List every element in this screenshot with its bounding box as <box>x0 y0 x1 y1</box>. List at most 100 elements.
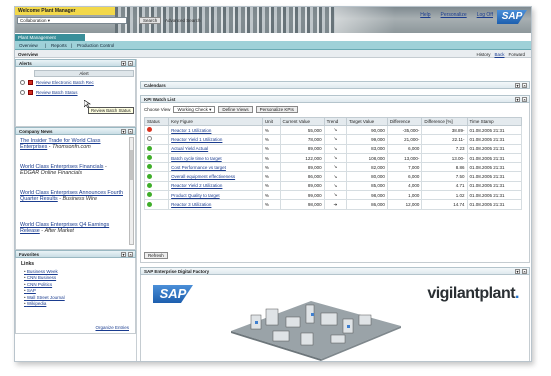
news-item[interactable]: World Class Enterprises Announces Fourth… <box>20 190 126 202</box>
difference-value: 13,000- <box>386 152 423 164</box>
company-news-panel: The Insider Trade for World Class Enterp… <box>15 135 136 250</box>
collaboration-select[interactable]: Collaboration ▾ <box>17 17 127 24</box>
nav-overview[interactable]: Overview <box>19 43 38 48</box>
close-icon[interactable]: × <box>522 97 527 102</box>
key-figure-link[interactable]: Reactor Yield 1 Utilization <box>168 134 263 145</box>
tab-plant-management[interactable]: Plant Management <box>15 34 85 41</box>
table-row[interactable]: Overall equipment effectiveness% 86,000 ↘ 8… <box>143 171 523 182</box>
current-value: 99,000 <box>279 190 325 201</box>
table-row[interactable]: Product Quality to target% 99,000 ↘ 98,000 1… <box>143 190 523 201</box>
nav-production-control[interactable]: Production Control <box>77 43 114 48</box>
current-value: 122,000 <box>279 152 325 164</box>
difference-value: 7,000 <box>386 162 423 173</box>
close-icon[interactable]: × <box>522 83 527 88</box>
green-status-icon <box>147 164 152 170</box>
define-views-button[interactable]: Define Views <box>218 106 253 113</box>
organize-entries-link[interactable]: Organize Entries <box>95 325 129 330</box>
alerts-panel: Alert Review Electronic Batch Rec Review… <box>15 67 136 127</box>
green-status-icon <box>147 182 152 188</box>
page-title: Overview <box>18 52 39 57</box>
difference-value: 4,000 <box>386 180 423 192</box>
key-figure-link[interactable]: Product Quality to target <box>168 190 263 201</box>
forward-link[interactable]: Forward <box>508 52 525 57</box>
back-link[interactable]: Back <box>494 52 504 57</box>
news-scrollbar[interactable] <box>129 137 134 245</box>
key-figure-link[interactable]: Reactor 3 Utilization <box>168 199 263 210</box>
column-header[interactable]: Target Value <box>346 117 388 126</box>
alert-row[interactable]: Review Batch Status <box>20 90 78 95</box>
alert-row[interactable]: Review Electronic Batch Rec <box>20 80 94 85</box>
column-header[interactable]: Unit <box>261 117 281 126</box>
nav-reports[interactable]: Reports <box>51 43 67 48</box>
trend-icon: ↘ <box>323 143 348 154</box>
table-row[interactable]: Reactor 3 Utilization% 98,000 ➜ 86,000 12,00… <box>143 199 523 210</box>
table-row[interactable]: Cost Performance vs target% 89,000 ↘ 82,000… <box>143 162 523 173</box>
close-icon[interactable]: × <box>128 129 133 134</box>
column-header[interactable]: Difference <box>386 117 423 126</box>
current-value: 78,000 <box>279 134 325 145</box>
refresh-button[interactable]: Refresh <box>144 252 168 259</box>
unit-cell: % <box>261 190 281 201</box>
column-header[interactable]: Key Figure <box>168 117 263 126</box>
column-header[interactable]: Trend <box>323 117 348 126</box>
time-stamp: 01.08.2005 21:31 <box>466 143 523 154</box>
collapse-icon[interactable]: ▾ <box>121 252 126 257</box>
red-status-icon <box>147 127 152 133</box>
log-off-link[interactable]: Log Off <box>477 12 493 18</box>
kpi-table: Status Key Figure Unit Current Value Trend Ta… <box>143 117 523 210</box>
search-button[interactable]: Search <box>139 17 162 24</box>
column-header[interactable]: Current Value <box>279 117 325 126</box>
current-value: 89,000 <box>279 162 325 173</box>
news-item[interactable]: The Insider Trade for World Class Enterp… <box>20 138 126 150</box>
time-stamp: 01.08.2005 21:31 <box>466 152 523 164</box>
history-link[interactable]: History <box>476 52 490 57</box>
news-item[interactable]: World Class Enterprises Q4 Earnings Rele… <box>20 222 126 234</box>
close-icon[interactable]: × <box>128 61 133 66</box>
view-select[interactable]: Working Check ▾ <box>173 106 216 113</box>
current-value: 98,000 <box>279 199 325 210</box>
key-figure-link[interactable]: Reactor Yield 2 Utilization <box>168 180 263 192</box>
target-value: 99,000 <box>346 134 388 145</box>
radio-icon[interactable] <box>20 90 25 95</box>
alerts-column-header: Alert <box>34 70 134 77</box>
trend-icon: ↘ <box>323 190 348 201</box>
close-icon[interactable]: × <box>522 269 527 274</box>
close-icon[interactable]: × <box>128 252 133 257</box>
key-figure-link[interactable]: Overall equipment effectiveness <box>168 171 263 182</box>
radio-icon[interactable] <box>20 80 25 85</box>
difference-percent: 7.23 <box>421 143 468 154</box>
column-header[interactable]: Time Stamp <box>466 117 523 126</box>
green-status-icon <box>147 201 152 207</box>
digital-factory-header: SAP Enterprise Digital Factory ▾ × <box>140 267 530 275</box>
table-row[interactable]: Reactor 1 Utilization% 55,000 ↘ 90,000 -35,0… <box>143 124 523 136</box>
table-row[interactable]: Reactor Yield 2 Utilization% 89,000 ↘ 85,00… <box>143 180 523 192</box>
welcome-text: Welcome Plant Manager <box>15 7 115 15</box>
table-row[interactable]: Batch cycle time to target% 122,000 ↘ 108,0… <box>143 152 523 164</box>
personalize-kpis-button[interactable]: Personalize KPIs <box>255 106 298 113</box>
collapse-icon[interactable]: ▾ <box>515 97 520 102</box>
personalize-link[interactable]: Personalize <box>441 12 467 18</box>
collapse-icon[interactable]: ▾ <box>515 83 520 88</box>
column-header[interactable]: Difference [%] <box>421 117 468 126</box>
column-header[interactable]: Status <box>143 117 170 126</box>
link-wikipedia[interactable]: Wikipedia <box>24 301 65 307</box>
favorites-panel: Links Business Week CNN Business CNN Pol… <box>15 258 136 334</box>
difference-value: 6,000 <box>386 171 423 182</box>
collapse-icon[interactable]: ▾ <box>121 129 126 134</box>
current-value: 55,000 <box>279 124 325 136</box>
unit-cell: % <box>261 199 281 210</box>
news-item[interactable]: World Class Enterprises Financials - EDG… <box>20 164 126 176</box>
tooltip: Review Batch Status <box>88 107 134 114</box>
table-row[interactable]: Actual Yield Actual% 89,000 ↘ 83,000 6,000 7.… <box>143 143 523 154</box>
key-figure-link[interactable]: Batch cycle time to target <box>168 152 263 164</box>
key-figure-link[interactable]: Cost Performance vs target <box>168 162 263 173</box>
help-link[interactable]: Help <box>420 12 430 18</box>
table-row[interactable]: Reactor Yield 1 Utilization% 78,000 ↘ 99,00… <box>143 134 523 145</box>
time-stamp: 01.08.2005 21:31 <box>466 134 523 145</box>
key-figure-link[interactable]: Actual Yield Actual <box>168 143 263 154</box>
collapse-icon[interactable]: ▾ <box>121 61 126 66</box>
advanced-search-link[interactable]: Advanced Search <box>165 18 201 23</box>
collapse-icon[interactable]: ▾ <box>515 269 520 274</box>
key-figure-link[interactable]: Reactor 1 Utilization <box>168 124 263 136</box>
difference-percent: 14.74 <box>421 199 468 210</box>
